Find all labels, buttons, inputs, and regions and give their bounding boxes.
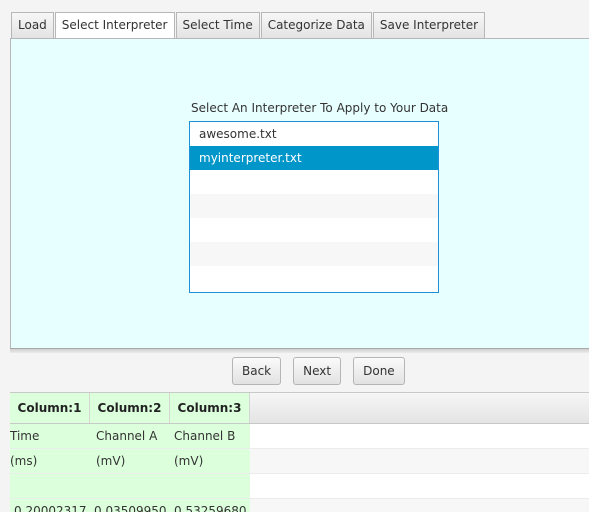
list-item-selected[interactable]: myinterpreter.txt <box>190 146 438 170</box>
table-cell[interactable]: Channel A <box>90 424 170 448</box>
table-cell[interactable] <box>90 474 170 498</box>
table-row: Time Channel A Channel B <box>10 424 589 449</box>
empty-list-row <box>190 266 438 290</box>
tab-select-time[interactable]: Select Time <box>175 12 260 38</box>
table-cell[interactable]: 0.53259680 <box>170 499 250 512</box>
table-cell-filler <box>250 449 589 473</box>
table-cell[interactable]: Time <box>10 424 90 448</box>
table-header: Column:1 Column:2 Column:3 <box>10 393 589 424</box>
wizard-nav: Back Next Done <box>232 357 405 385</box>
table-cell[interactable]: (mV) <box>170 449 250 473</box>
empty-list-row <box>190 170 438 194</box>
table-cell[interactable] <box>170 474 250 498</box>
table-cell[interactable]: 0.20002317 <box>10 499 90 512</box>
done-button[interactable]: Done <box>353 357 405 385</box>
table-row: 0.20002317 0.03509950 0.53259680 <box>10 499 589 512</box>
table-cell[interactable] <box>10 474 90 498</box>
table-cell-filler <box>250 499 589 512</box>
tab-bar: Load Select Interpreter Select Time Cate… <box>0 0 589 42</box>
tab-categorize-data[interactable]: Categorize Data <box>260 12 372 38</box>
interpreter-prompt: Select An Interpreter To Apply to Your D… <box>191 101 449 115</box>
empty-list-row <box>190 218 438 242</box>
empty-list-row <box>190 242 438 266</box>
back-button[interactable]: Back <box>232 357 282 385</box>
column-header-1[interactable]: Column:1 <box>10 393 90 423</box>
app-window: Load Select Interpreter Select Time Cate… <box>0 0 589 512</box>
tab-content-pane: Select An Interpreter To Apply to Your D… <box>10 38 589 348</box>
tab-select-interpreter[interactable]: Select Interpreter <box>54 12 175 39</box>
column-header-3[interactable]: Column:3 <box>170 393 250 423</box>
table-cell[interactable]: Channel B <box>170 424 250 448</box>
split-pane-divider[interactable] <box>10 348 589 353</box>
tab-strip: Load Select Interpreter Select Time Cate… <box>11 12 486 39</box>
interpreter-list[interactable]: awesome.txt myinterpreter.txt <box>189 121 439 293</box>
tab-save-interpreter[interactable]: Save Interpreter <box>372 12 486 38</box>
table-row: (ms) (mV) (mV) <box>10 449 589 474</box>
table-cell-filler <box>250 474 589 498</box>
table-cell[interactable]: (mV) <box>90 449 170 473</box>
column-header-2[interactable]: Column:2 <box>90 393 170 423</box>
empty-list-row <box>190 194 438 218</box>
table-cell-filler <box>250 424 589 448</box>
table-row <box>10 474 589 499</box>
table-cell[interactable]: (ms) <box>10 449 90 473</box>
data-table: Column:1 Column:2 Column:3 Time Channel … <box>10 392 589 512</box>
next-button[interactable]: Next <box>293 357 342 385</box>
list-item[interactable]: awesome.txt <box>190 122 438 146</box>
tab-load[interactable]: Load <box>11 12 54 38</box>
column-header-filler <box>250 393 589 423</box>
table-cell[interactable]: 0.03509950 <box>90 499 170 512</box>
